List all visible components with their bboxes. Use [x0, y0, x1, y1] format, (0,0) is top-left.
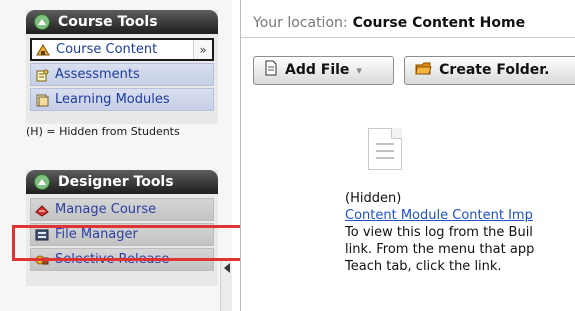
sidebar-item-selective-release[interactable]: Selective Release [30, 248, 214, 271]
left-tools-pane: Course Tools Course Content » Assessment… [0, 0, 260, 311]
learning-modules-icon [35, 93, 49, 107]
course-builder-screen: Course Tools Course Content » Assessment… [0, 0, 575, 311]
collapse-left-icon[interactable] [224, 263, 230, 273]
hidden-from-students-note: (H) = Hidden from Students [26, 125, 180, 138]
sidebar-item-label: Course Content [56, 42, 158, 57]
course-tools-list: Course Content » Assessments Learning Mo… [26, 34, 218, 115]
hidden-status: (Hidden) [345, 191, 402, 206]
document-icon [368, 128, 402, 170]
sidebar-item-course-content[interactable]: Course Content » [30, 38, 214, 61]
designer-tools-title: Designer Tools [58, 174, 174, 190]
content-module-details: (Hidden) Content Module Content Imp To v… [345, 190, 575, 275]
file-icon [264, 60, 278, 80]
sidebar-item-label: Assessments [55, 67, 140, 82]
sidebar-item-file-manager[interactable]: File Manager [30, 223, 214, 246]
create-folder-button[interactable]: Create Folder. [404, 55, 575, 85]
collapse-up-icon[interactable] [34, 174, 50, 190]
course-tools-header[interactable]: Course Tools [26, 10, 218, 34]
designer-tools-panel: Designer Tools Manage Course File Manage… [26, 170, 218, 286]
course-tools-title: Course Tools [58, 14, 158, 30]
sidebar-item-label: File Manager [55, 227, 138, 242]
document-line [376, 150, 394, 152]
sidebar-item-label: Manage Course [55, 202, 157, 217]
sidebar-item-manage-course[interactable]: Manage Course [30, 198, 214, 221]
breadcrumb: Your location: Course Content Home [241, 8, 575, 38]
course-tools-panel: Course Tools Course Content » Assessment… [26, 10, 218, 124]
document-line [376, 143, 394, 145]
manage-course-icon [35, 203, 49, 217]
location-label: Your location: [253, 14, 348, 31]
content-description-line-3: Teach tab, click the link. [345, 259, 502, 274]
content-module-link[interactable]: Content Module Content Imp [345, 207, 575, 224]
sidebar-collapse-handle[interactable] [220, 259, 232, 311]
location-current: Course Content Home [352, 14, 526, 31]
folder-icon [415, 61, 432, 80]
content-toolbar: Add File ▾ Create Folder. [253, 52, 575, 88]
course-content-pane: Your location: Course Content Home Add F… [240, 0, 575, 311]
create-folder-label: Create Folder. [439, 62, 550, 78]
document-line [376, 157, 394, 159]
designer-tools-header[interactable]: Designer Tools [26, 170, 218, 194]
course-content-icon [36, 43, 50, 57]
content-description-line-2: link. From the menu that app [345, 242, 535, 257]
sidebar-item-learning-modules[interactable]: Learning Modules [30, 88, 214, 111]
add-file-label: Add File [285, 62, 350, 78]
sidebar-item-label: Selective Release [55, 252, 170, 267]
sidebar-item-label: Learning Modules [55, 92, 170, 107]
selective-release-icon [35, 253, 49, 267]
chevron-down-icon[interactable]: ▾ [356, 64, 362, 77]
sidebar-item-assessments[interactable]: Assessments [30, 63, 214, 86]
file-manager-icon [35, 228, 49, 242]
collapse-up-icon[interactable] [34, 14, 50, 30]
chevron-down-icon[interactable]: » [193, 40, 212, 59]
content-description-line-1: To view this log from the Buil [345, 225, 533, 240]
add-file-button[interactable]: Add File ▾ [253, 55, 395, 85]
designer-tools-list: Manage Course File Manager Selective Rel… [26, 194, 218, 275]
assessments-icon [35, 68, 49, 82]
